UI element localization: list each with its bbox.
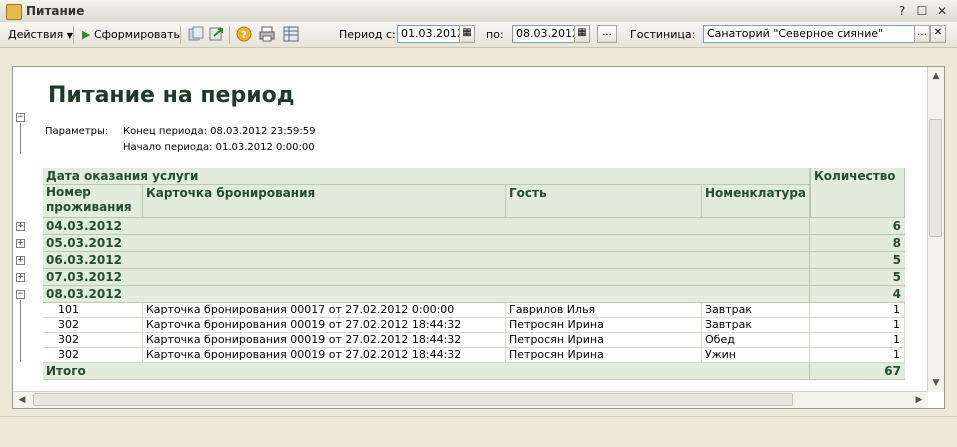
toolbar: Действия ▼ ▶ Сформировать ? Период с: 01… [0, 22, 957, 48]
header-booking: Карточка бронирования [143, 185, 506, 218]
calendar-icon[interactable]: ▦ [459, 25, 475, 43]
detail-quantity: 1 [810, 348, 905, 363]
header-quantity: Количество [810, 168, 905, 218]
param-end: Конец периода: 08.03.2012 23:59:59 [123, 126, 316, 137]
detail-guest: Петросян Ирина [506, 333, 702, 348]
detail-quantity: 1 [810, 333, 905, 348]
expand-icon[interactable]: + [16, 239, 25, 248]
total-quantity: 67 [810, 363, 905, 380]
hotel-label: Гостиница: [630, 28, 696, 41]
group-quantity: 6 [810, 218, 905, 235]
detail-item: Обед [702, 333, 810, 348]
group-date: 04.03.2012 [43, 218, 810, 235]
param-start: Начало периода: 01.03.2012 0:00:00 [123, 142, 315, 153]
close-icon[interactable]: ✕ [934, 3, 950, 19]
play-icon: ▶ [82, 28, 91, 41]
hotel-select-button[interactable]: … [914, 25, 930, 43]
detail-room: 302 [43, 318, 143, 333]
group-quantity: 5 [810, 269, 905, 286]
export-icon[interactable] [208, 26, 224, 42]
hotel-field[interactable]: Санаторий "Северное сияние" [703, 25, 915, 43]
window-title: Питание [26, 4, 85, 18]
detail-quantity: 1 [810, 303, 905, 318]
detail-booking: Карточка бронирования 00019 от 27.02.201… [143, 333, 506, 348]
detail-item: Завтрак [702, 318, 810, 333]
group-quantity: 8 [810, 235, 905, 252]
dropdown-arrow-icon: ▼ [66, 31, 73, 40]
scroll-thumb[interactable] [929, 119, 942, 237]
group-quantity: 5 [810, 252, 905, 269]
header-room: Номер проживания [43, 185, 143, 218]
detail-guest: Гаврилов Илья [506, 303, 702, 318]
calendar-icon[interactable]: ▦ [574, 25, 590, 43]
expand-icon[interactable]: + [16, 256, 25, 265]
params-label: Параметры: [45, 126, 109, 137]
copy-icon[interactable] [188, 26, 204, 42]
detail-guest: Петросян Ирина [506, 318, 702, 333]
detail-room: 101 [43, 303, 143, 318]
print-icon[interactable] [259, 26, 275, 42]
scroll-thumb[interactable] [33, 393, 793, 406]
group-quantity: 4 [810, 286, 905, 303]
toolbar-separator [229, 26, 230, 44]
expand-icon[interactable]: + [16, 273, 25, 282]
scroll-up-icon[interactable]: ▲ [928, 68, 944, 84]
maximize-icon[interactable]: ☐ [914, 3, 930, 19]
period-select-button[interactable]: ... [597, 25, 617, 43]
group-date: 08.03.2012 [43, 286, 810, 303]
report-area[interactable]: − + + + + − Питание на период Параметры:… [12, 66, 945, 409]
clear-icon[interactable]: ✕ [930, 25, 946, 43]
report-title: Питание на период [48, 83, 295, 108]
detail-room: 302 [43, 348, 143, 363]
group-date: 05.03.2012 [43, 235, 810, 252]
toolbar-separator [180, 26, 181, 44]
app-icon [6, 4, 22, 20]
collapse-icon[interactable]: − [16, 113, 25, 122]
tree-line [20, 300, 21, 362]
help-icon[interactable]: ? [236, 26, 252, 42]
collapse-icon[interactable]: − [16, 290, 25, 299]
detail-booking: Карточка бронирования 00019 от 27.02.201… [143, 318, 506, 333]
generate-button[interactable]: ▶ Сформировать [82, 27, 180, 43]
status-bar [0, 416, 957, 447]
help-icon[interactable]: ? [894, 3, 910, 19]
vertical-scrollbar[interactable]: ▲ ▼ [927, 67, 944, 392]
detail-booking: Карточка бронирования 00019 от 27.02.201… [143, 348, 506, 363]
window-titlebar: Питание ? ☐ ✕ [0, 0, 957, 23]
actions-menu[interactable]: Действия ▼ [8, 27, 73, 43]
scroll-down-icon[interactable]: ▼ [928, 375, 944, 391]
detail-item: Ужин [702, 348, 810, 363]
detail-guest: Петросян Ирина [506, 348, 702, 363]
header-nomenclature: Номенклатура [702, 185, 810, 218]
report-gutter: − + + + + − [13, 67, 41, 392]
header-date: Дата оказания услуги [43, 168, 810, 185]
detail-item: Завтрак [702, 303, 810, 318]
scroll-left-icon[interactable]: ◀ [14, 392, 30, 408]
scroll-right-icon[interactable]: ▶ [911, 392, 927, 408]
period-to-label: по: [486, 28, 504, 41]
detail-booking: Карточка бронирования 00017 от 27.02.201… [143, 303, 506, 318]
detail-room: 302 [43, 333, 143, 348]
period-from-label: Период с: [339, 28, 396, 41]
detail-quantity: 1 [810, 318, 905, 333]
group-date: 07.03.2012 [43, 269, 810, 286]
svg-text:?: ? [241, 30, 247, 41]
group-date: 06.03.2012 [43, 252, 810, 269]
horizontal-scrollbar[interactable]: ◀ ▶ [13, 391, 928, 408]
header-guest: Гость [506, 185, 702, 218]
toolbar-separator [73, 26, 74, 44]
tree-line [20, 123, 21, 154]
total-label: Итого [43, 363, 810, 380]
expand-icon[interactable]: + [16, 222, 25, 231]
report-settings-icon[interactable] [283, 26, 299, 42]
